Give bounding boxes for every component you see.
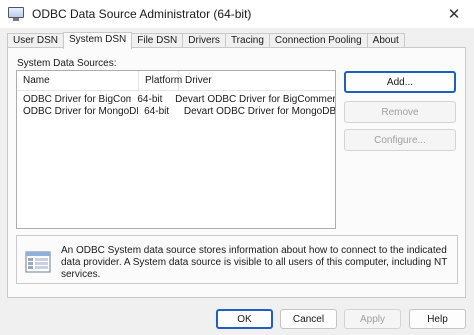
- help-button[interactable]: Help: [409, 309, 466, 329]
- window-title: ODBC Data Source Administrator (64-bit): [32, 7, 252, 21]
- data-sources-list[interactable]: Name Platform Driver ODBC Driver for Big…: [16, 70, 336, 229]
- column-header-driver[interactable]: Driver: [179, 71, 335, 90]
- row-platform: 64-bit: [137, 94, 163, 105]
- list-header: Name Platform Driver: [17, 71, 335, 91]
- tab-user-dsn[interactable]: User DSN: [7, 33, 65, 48]
- tab-system-dsn[interactable]: System DSN: [63, 32, 133, 49]
- row-driver: Devart ODBC Driver for BigCommerce: [175, 94, 335, 105]
- row-name: ODBC Driver for BigCommerce: [23, 94, 132, 105]
- tab-connection-pooling[interactable]: Connection Pooling: [268, 33, 368, 48]
- tab-tracing[interactable]: Tracing: [224, 33, 270, 48]
- apply-button[interactable]: Apply: [344, 309, 401, 329]
- info-description: An ODBC System data source stores inform…: [61, 245, 448, 280]
- column-header-name[interactable]: Name: [17, 71, 139, 90]
- system-data-sources-label: System Data Sources:: [17, 58, 117, 69]
- tab-file-dsn[interactable]: File DSN: [131, 33, 184, 48]
- remove-button[interactable]: Remove: [344, 101, 456, 123]
- row-driver: Devart ODBC Driver for MongoDB: [183, 106, 335, 117]
- cancel-button[interactable]: Cancel: [280, 309, 337, 329]
- close-icon[interactable]: ✕: [434, 0, 474, 28]
- column-header-platform[interactable]: Platform: [139, 71, 182, 90]
- ok-button[interactable]: OK: [216, 309, 273, 329]
- list-item[interactable]: ODBC Driver for MongoDB 64-bit Devart OD…: [17, 106, 335, 118]
- row-name: ODBC Driver for MongoDB: [23, 106, 139, 117]
- add-button[interactable]: Add...: [344, 71, 456, 93]
- tab-strip: User DSN System DSN File DSN Drivers Tra…: [7, 32, 405, 49]
- info-panel: An ODBC System data source stores inform…: [16, 235, 458, 284]
- list-item[interactable]: ODBC Driver for BigCommerce 64-bit Devar…: [17, 94, 335, 106]
- tab-about[interactable]: About: [366, 33, 405, 48]
- configure-button[interactable]: Configure...: [344, 129, 456, 151]
- tab-drivers[interactable]: Drivers: [182, 33, 226, 48]
- datasource-document-icon: [25, 251, 51, 273]
- title-bar: ODBC Data Source Administrator (64-bit) …: [0, 0, 474, 28]
- odbc-monitor-icon: [8, 7, 24, 21]
- row-platform: 64-bit: [144, 106, 170, 117]
